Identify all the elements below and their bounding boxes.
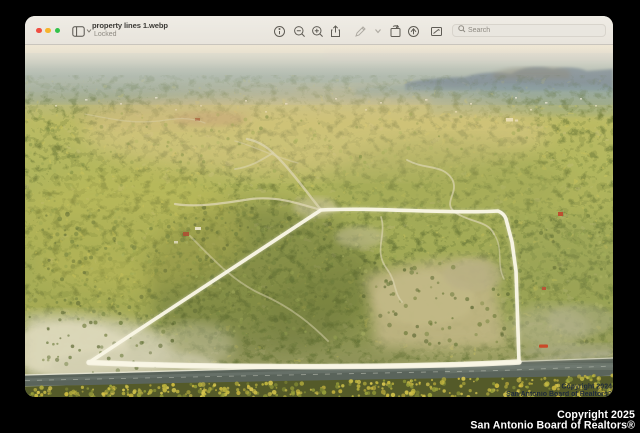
svg-text:San Antonio Board of Realtors?: San Antonio Board of Realtors? xyxy=(506,391,612,397)
svg-text:Copyright 2024: Copyright 2024 xyxy=(561,384,612,391)
